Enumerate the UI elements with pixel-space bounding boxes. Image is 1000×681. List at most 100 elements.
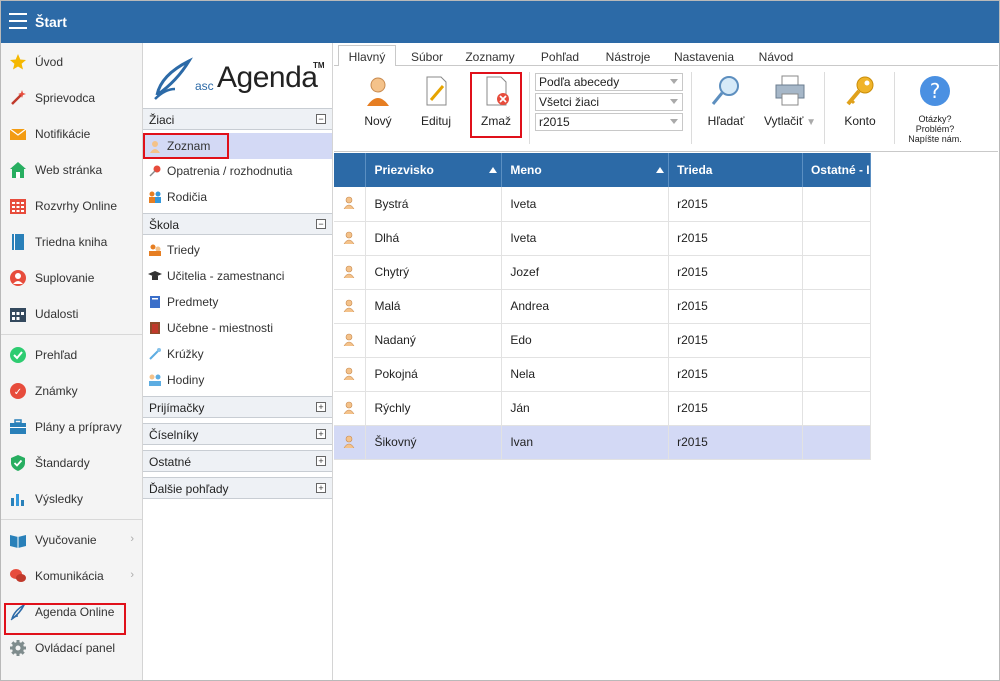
nav-item-vyucovanie[interactable]: Vyučovanie › [1,522,142,558]
nav-item-rozvrhy-online[interactable]: Rozvrhy Online [1,188,142,224]
cell-priezvisko: Nadaný [365,323,503,358]
tab-navod[interactable]: Návod [752,47,800,67]
nav-item-plany-a-pripravy[interactable]: Plány a prípravy [1,409,142,445]
filter-select[interactable]: Všetci žiaci [535,93,683,111]
tab-subor[interactable]: Súbor [404,47,450,67]
chevron-down-icon [670,99,678,104]
section-label: Škola [149,218,180,232]
tab-nastavenia[interactable]: Nastavenia [668,47,740,67]
nav-item-uvod[interactable]: Úvod [1,44,142,80]
section-label: Ostatné [149,455,192,469]
printer-icon [775,75,805,106]
calendar-icon [9,305,27,323]
row-icon-cell [334,357,367,392]
sub-item-label: Učebne - miestnosti [167,321,274,335]
collapse-toggle[interactable]: − [316,114,326,124]
cell-ostatne [802,187,872,222]
row-icon-cell [334,323,367,358]
header-priezvisko[interactable]: Priezvisko [365,153,503,187]
expand-toggle[interactable]: + [316,429,326,439]
print-button[interactable]: Vytlačiť ▼ [760,74,820,138]
cell-ostatne [802,357,872,392]
account-button[interactable]: Konto [840,74,880,138]
search-button[interactable]: Hľadať [706,74,746,138]
door-icon [147,320,163,336]
table-row[interactable]: Pokojná Nela r2015 [334,357,872,392]
table-row[interactable]: Nadaný Edo r2015 [334,323,872,358]
nav-label: Plány a prípravy [35,420,122,434]
header-label: Meno [510,163,542,177]
new-button[interactable]: Nový [358,74,398,138]
table-row[interactable]: Dlhá Iveta r2015 [334,221,872,256]
sub-item-ucebne[interactable]: Učebne - miestnosti [143,315,332,341]
section-skola[interactable]: Škola − [143,213,332,235]
expand-toggle[interactable]: + [316,402,326,412]
ribbon-tabs: Hlavný Súbor Zoznamy Pohľad Nástroje Nas… [334,44,998,67]
section-ziaci[interactable]: Žiaci − [143,108,332,130]
substitute-icon [9,269,27,287]
nav-divider [1,334,142,335]
sort-select[interactable]: Podľa abecedy [535,73,683,91]
edit-button[interactable]: Edituj [416,74,456,138]
header-meno[interactable]: Meno [501,153,670,187]
left-navigation: Úvod Sprievodca Notifikácie Web stránka … [1,43,143,680]
shield-check-icon [9,454,27,472]
table-row[interactable]: Chytrý Jozef r2015 [334,255,872,290]
cell-trieda: r2015 [668,425,803,460]
nav-item-sprievodca[interactable]: Sprievodca [1,80,142,116]
row-icon-cell [334,425,367,460]
sub-item-triedy[interactable]: Triedy [143,237,332,263]
nav-item-vysledky[interactable]: Výsledky [1,481,142,517]
sub-item-label: Učitelia - zamestnanci [167,269,285,283]
nav-item-suplovanie[interactable]: Suplovanie [1,260,142,296]
sub-item-ucitelia[interactable]: Učitelia - zamestnanci [143,263,332,289]
chevron-down-icon [670,79,678,84]
tab-nastroje[interactable]: Nástroje [598,47,658,67]
nav-item-udalosti[interactable]: Udalosti [1,296,142,332]
envelope-icon [9,125,27,143]
tab-zoznamy[interactable]: Zoznamy [460,47,520,67]
section-ostatne[interactable]: Ostatné + [143,450,332,472]
nav-item-znamky[interactable]: ✓ Známky [1,373,142,409]
cell-meno: Edo [501,323,670,358]
sub-item-opatrenia[interactable]: Opatrenia / rozhodnutia [143,158,332,184]
sub-item-rodicia[interactable]: Rodičia [143,184,332,210]
expand-toggle[interactable]: + [316,456,326,466]
nav-item-notifikacie[interactable]: Notifikácie [1,116,142,152]
section-ciselniky[interactable]: Číselníky + [143,423,332,445]
nav-item-web-stranka[interactable]: Web stránka [1,152,142,188]
nav-label: Úvod [35,55,64,69]
collapse-toggle[interactable]: − [316,219,326,229]
hamburger-menu-icon[interactable] [9,13,27,29]
nav-label: Výsledky [35,492,84,506]
nav-item-komunikacia[interactable]: Komunikácia › [1,558,142,594]
cell-meno: Ivan [501,425,670,460]
app-title[interactable]: Štart [35,14,67,30]
help-button[interactable]: ? Otázky? Problém? Napíšte nám. [904,74,966,144]
nav-item-standardy[interactable]: Štandardy [1,445,142,481]
section-dalsie-pohlady[interactable]: Ďalšie pohľady + [143,477,332,499]
tab-pohlad[interactable]: Pohľad [532,47,588,67]
year-select[interactable]: r2015 [535,113,683,131]
help-line: Problém? [915,124,955,134]
table-row[interactable]: Šikovný Ivan r2015 [334,425,872,460]
expand-toggle[interactable]: + [316,483,326,493]
sub-item-hodiny[interactable]: Hodiny [143,367,332,393]
sub-item-kruzky[interactable]: Krúžky [143,341,332,367]
nav-label: Komunikácia [35,569,104,583]
header-trieda[interactable]: Trieda [668,153,803,187]
tab-hlavny[interactable]: Hlavný [338,45,396,67]
nav-item-ovladaci-panel[interactable]: Ovládací panel [1,630,142,666]
pen-logo-icon [154,57,193,100]
nav-item-prehlad[interactable]: Prehľad [1,337,142,373]
table-row[interactable]: Malá Andrea r2015 [334,289,872,324]
section-prijimacky[interactable]: Prijímačky + [143,396,332,418]
subject-book-icon [147,294,163,310]
nav-item-triedna-kniha[interactable]: Triedna kniha [1,224,142,260]
table-row[interactable]: Rýchly Ján r2015 [334,391,872,426]
header-ostatne[interactable]: Ostatné - I [802,153,872,187]
table-row[interactable]: Bystrá Iveta r2015 [334,187,872,222]
cell-priezvisko: Pokojná [365,357,503,392]
sub-item-predmety[interactable]: Predmety [143,289,332,315]
table-header-row: Priezvisko Meno Trieda Ostatné - I [334,153,872,187]
